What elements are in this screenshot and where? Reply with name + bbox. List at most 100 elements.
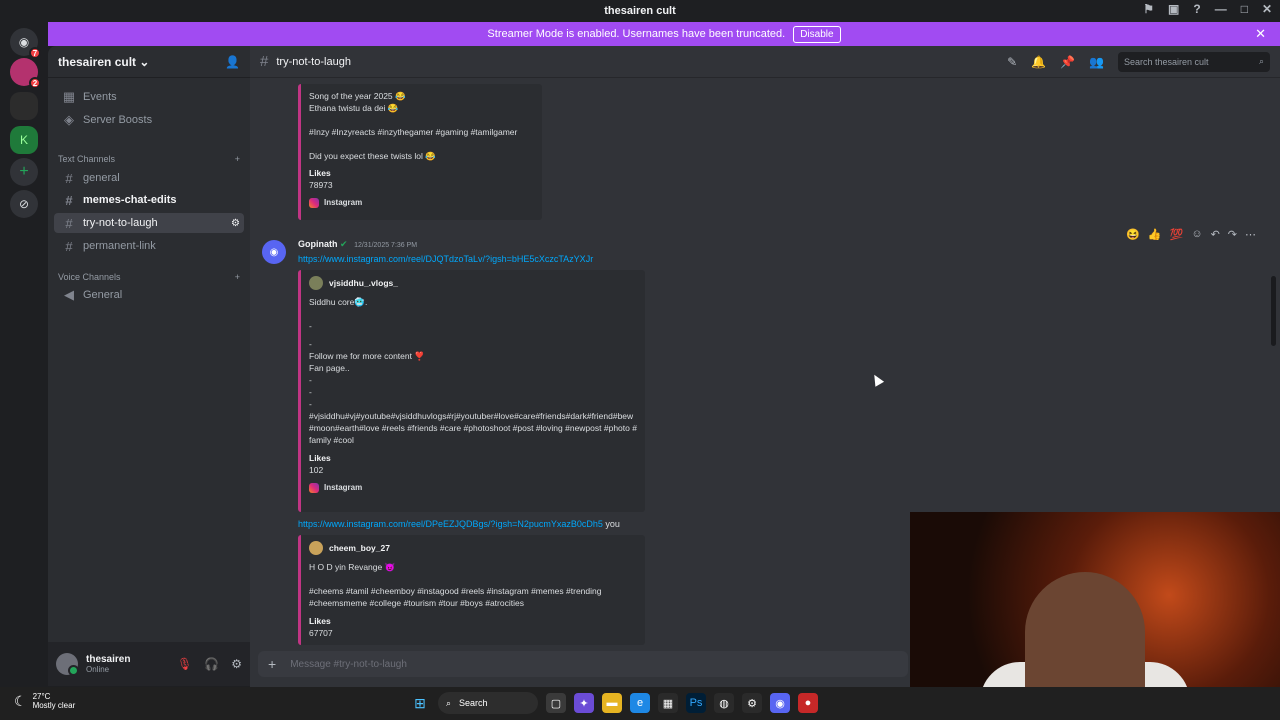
avatar[interactable] (56, 653, 79, 676)
channel-header: # try-not-to-laugh ✎ 🔔 📌 👥 Search thesai… (250, 46, 1280, 78)
weather-temp: 27°C (32, 692, 51, 701)
channel-label: memes-chat-edits (83, 194, 177, 206)
user-panel: thesairen Online 🎙 🎧 ⚙ (48, 642, 250, 686)
gear-icon[interactable]: ⚙ (231, 218, 240, 229)
bell-icon[interactable]: 🔔 (1031, 55, 1046, 69)
edge-icon[interactable]: e (630, 693, 650, 713)
server-badge: 2 (29, 77, 41, 89)
screen-icon[interactable]: ▣ (1168, 2, 1179, 16)
message-text: you (605, 519, 620, 529)
embed-text: - (309, 399, 312, 409)
channel-general[interactable]: # general (54, 168, 244, 188)
server-name: thesairen cult (58, 54, 137, 69)
minimize-icon[interactable]: — (1215, 2, 1227, 16)
invite-icon[interactable]: 👤 (225, 55, 240, 69)
inbox-icon[interactable]: ⚑ (1143, 2, 1154, 16)
search-icon: ⌕ (1258, 56, 1264, 66)
message-link[interactable]: https://www.instagram.com/reel/DJQTdzoTa… (298, 254, 593, 264)
voice-channel-general[interactable]: ◀ General (54, 285, 244, 305)
sidebar-item-events[interactable]: ▦ Events (54, 87, 244, 107)
hash-icon: # (260, 53, 269, 70)
channel-label: try-not-to-laugh (83, 217, 158, 229)
disable-button[interactable]: Disable (793, 25, 841, 43)
search-input[interactable]: Search thesairen cult ⌕ (1118, 51, 1270, 72)
hundred-icon[interactable]: 💯 (1170, 228, 1184, 241)
add-channel-icon[interactable]: + (235, 154, 240, 164)
pin-icon[interactable]: 📌 (1060, 55, 1075, 69)
discord-taskbar-icon[interactable]: ◉ (770, 693, 790, 713)
add-server-icon[interactable]: + (10, 158, 38, 186)
channel-title: try-not-to-laugh (276, 55, 351, 68)
message-placeholder: Message #try-not-to-laugh (290, 658, 407, 670)
embed-text: Siddhu core🥶. (309, 297, 368, 307)
dm-button[interactable]: ◉ 7 (10, 28, 41, 59)
scrollbar[interactable] (1271, 276, 1276, 346)
attach-plus-icon[interactable]: + (268, 656, 276, 672)
store-icon[interactable]: ▦ (658, 693, 678, 713)
calendar-icon: ▦ (62, 89, 76, 104)
windows-start-icon[interactable]: ⊞ (410, 693, 430, 713)
channel-label: General (83, 289, 123, 301)
mute-icon[interactable]: 🎙 (177, 657, 192, 671)
channel-memes-chat-edits[interactable]: # memes-chat-edits (54, 190, 244, 210)
taskbar-search-label: Search (459, 698, 488, 708)
verified-icon: ✔ (340, 239, 348, 249)
channel-label: permanent-link (83, 240, 156, 252)
taskbar-search[interactable]: ⌕ Search (438, 692, 538, 714)
hash-icon: # (65, 192, 73, 208)
members-icon[interactable]: 👥 (1089, 55, 1104, 69)
weather-desc: Mostly clear (32, 701, 76, 710)
hash-icon: # (65, 238, 73, 254)
threads-icon[interactable]: ✎ (1007, 55, 1017, 69)
instagram-embed: cheem_boy_27 H O D yin Revange 😈 #cheems… (298, 535, 645, 645)
chevron-down-icon: ⌄ (139, 54, 150, 69)
embed-author[interactable]: cheem_boy_27 (329, 542, 390, 554)
thumbs-up-icon[interactable]: 👍 (1148, 228, 1162, 241)
category-text-channels[interactable]: Text Channels + (58, 154, 240, 164)
server-icon-1[interactable]: 2 (10, 58, 41, 89)
chrome-icon[interactable]: ◍ (714, 693, 734, 713)
emoji-laugh-icon[interactable]: 😆 (1126, 228, 1140, 241)
more-icon[interactable]: ⋯ (1245, 228, 1256, 241)
forward-icon[interactable]: ↷ (1228, 228, 1237, 241)
category-voice-channels[interactable]: Voice Channels + (58, 272, 240, 282)
streamer-mode-banner: Streamer Mode is enabled. Usernames have… (48, 22, 1280, 46)
weather-widget[interactable]: ☾ 27°C Mostly clear (14, 692, 75, 710)
boost-icon: ◈ (64, 112, 74, 127)
banner-close-icon[interactable]: ✕ (1255, 26, 1266, 42)
likes-count: 78973 (309, 180, 333, 190)
server-header[interactable]: thesairen cult ⌄ 👤 (48, 46, 250, 78)
message-input[interactable]: + Message #try-not-to-laugh (258, 651, 908, 677)
message-author[interactable]: Gopinath (298, 239, 338, 249)
obs-icon[interactable]: ● (798, 693, 818, 713)
add-channel-icon[interactable]: + (235, 272, 240, 282)
search-icon: ⌕ (446, 697, 452, 708)
maximize-icon[interactable]: □ (1241, 2, 1248, 16)
headphones-icon[interactable]: 🎧 (204, 657, 219, 671)
reply-icon[interactable]: ↶ (1211, 228, 1220, 241)
embed-tags: #vjsiddhu#vj#youtube#vjsiddhuvlogs#rj#yo… (309, 411, 637, 445)
settings-icon[interactable]: ⚙ (231, 657, 242, 671)
discord-icon: ◉ (18, 35, 30, 49)
avatar[interactable]: ◉ (262, 240, 286, 264)
server-icon-thesairen[interactable] (10, 92, 38, 120)
message-link[interactable]: https://www.instagram.com/reel/DPeEZJQDB… (298, 519, 603, 529)
help-icon[interactable]: ? (1193, 2, 1200, 16)
copilot-icon[interactable]: ✦ (574, 693, 594, 713)
settings-app-icon[interactable]: ⚙ (742, 693, 762, 713)
embed-text: - (309, 321, 312, 331)
task-view-icon[interactable]: ▢ (546, 693, 566, 713)
photoshop-icon[interactable]: Ps (686, 693, 706, 713)
channel-try-not-to-laugh[interactable]: # try-not-to-laugh ⚙ (54, 213, 244, 233)
sidebar-item-boosts[interactable]: ◈ Server Boosts (54, 110, 244, 130)
add-reaction-icon[interactable]: ☺ (1191, 228, 1202, 241)
category-label: Text Channels (58, 154, 116, 164)
channel-permanent-link[interactable]: # permanent-link (54, 236, 244, 256)
server-icon-k[interactable]: K (10, 126, 38, 154)
embed-author[interactable]: vjsiddhu_.vlogs_ (329, 277, 398, 289)
speaker-icon: ◀ (64, 287, 74, 302)
file-explorer-icon[interactable]: ▬ (602, 693, 622, 713)
close-icon[interactable]: ✕ (1262, 2, 1272, 16)
discover-icon[interactable]: ⊘ (10, 190, 38, 218)
search-placeholder: Search thesairen cult (1124, 56, 1209, 67)
